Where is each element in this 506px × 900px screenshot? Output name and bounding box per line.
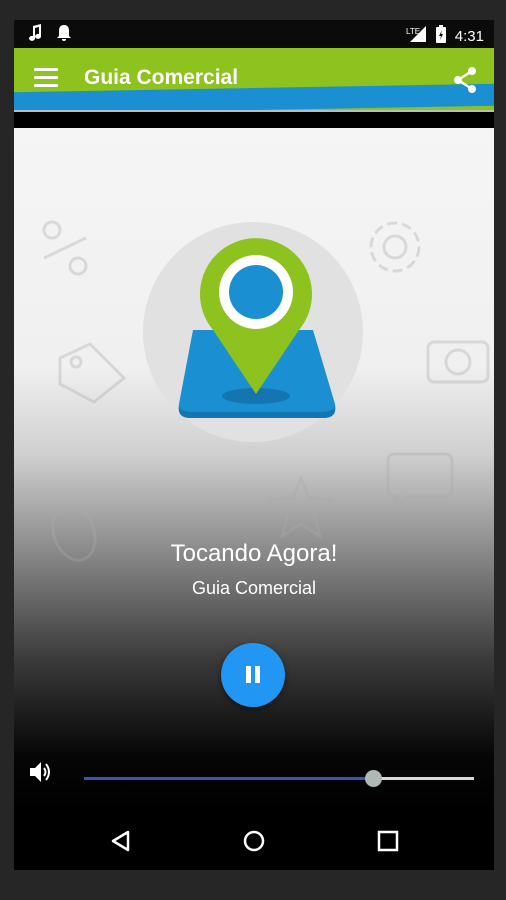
svg-text:LTE: LTE [406, 27, 420, 36]
battery-icon [435, 24, 447, 48]
volume-slider[interactable] [84, 770, 474, 788]
station-logo [143, 222, 363, 442]
lte-signal-icon: LTE [405, 25, 427, 47]
music-note-icon [28, 24, 42, 47]
status-bar: LTE 4:31 [14, 20, 494, 48]
phone-screen: LTE 4:31 Guia Comercial Tocando Agora! G… [14, 20, 494, 870]
home-icon[interactable] [241, 828, 267, 854]
map-pin-logo-icon [178, 238, 336, 418]
now-playing-label: Tocando Agora! [170, 540, 338, 567]
notification-bell-icon [56, 24, 72, 47]
app-title: Guia Comercial [84, 66, 239, 89]
volume-icon[interactable] [28, 760, 54, 784]
pause-button[interactable] [221, 643, 285, 707]
navigation-bar [14, 810, 494, 870]
chat-doodle-icon [386, 452, 454, 512]
header-gray-band [14, 110, 494, 112]
gear-doodle-icon [369, 221, 421, 273]
station-name: Guia Comercial [191, 578, 317, 598]
player-content: Tocando Agora! Guia Comercial [14, 128, 494, 810]
percent-doodle-icon [42, 220, 88, 276]
back-icon[interactable] [108, 828, 134, 854]
camera-doodle-icon [426, 340, 490, 384]
star-doodle-icon [266, 474, 336, 540]
volume-slider-fill [84, 777, 373, 780]
hamburger-menu-icon[interactable] [34, 68, 58, 90]
clock: 4:31 [454, 27, 484, 45]
app-bar: Guia Comercial [14, 48, 494, 112]
share-icon[interactable] [452, 66, 478, 94]
recents-icon[interactable] [375, 828, 401, 854]
tag-doodle-icon [58, 342, 127, 404]
volume-slider-thumb[interactable] [364, 770, 382, 787]
